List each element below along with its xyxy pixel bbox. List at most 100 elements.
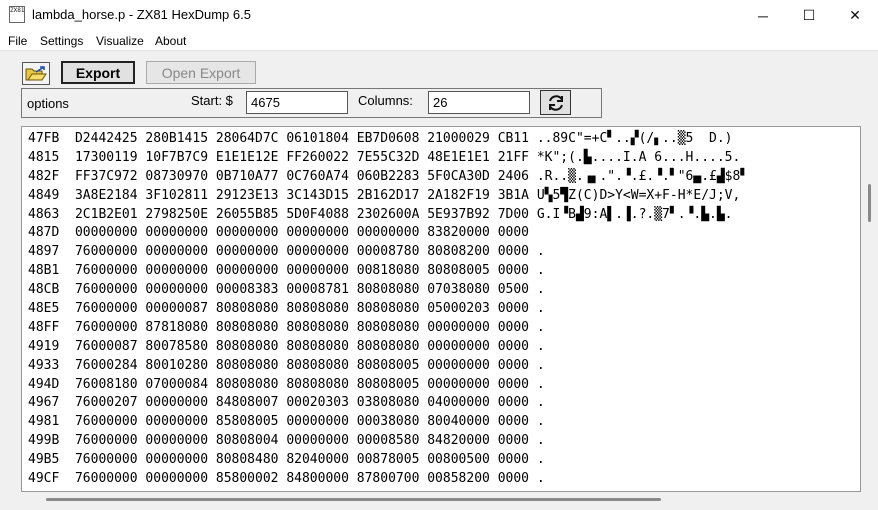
row-address: 49B5 bbox=[28, 452, 60, 468]
hex-cell: 00008781 bbox=[286, 282, 349, 298]
hex-cell: 0000 bbox=[497, 471, 529, 487]
hex-cell: 29123E13 bbox=[215, 187, 279, 203]
row-address: 4933 bbox=[28, 357, 60, 373]
ascii-text: ..89C"=+C▘..▞(/▖..▒5 D.) bbox=[536, 131, 733, 146]
hex-cell: 00000000 bbox=[286, 414, 349, 430]
dump-row: 494D 76008180 07000084 80808080 80808080… bbox=[28, 376, 748, 395]
export-button[interactable]: Export bbox=[61, 61, 135, 84]
horizontal-scroll-thumb[interactable] bbox=[46, 498, 661, 501]
ascii-text: . bbox=[536, 452, 545, 468]
hex-cell: 82040000 bbox=[286, 452, 349, 468]
dump-row: 499B 76000000 00000000 80808004 00000000… bbox=[28, 432, 748, 451]
close-icon: ✕ bbox=[849, 7, 861, 23]
dump-row: 48E5 76000000 00000087 80808080 80808080… bbox=[28, 300, 748, 319]
menu-about[interactable]: About bbox=[155, 34, 186, 48]
hex-cell: 0000 bbox=[497, 338, 529, 354]
maximize-icon: ☐ bbox=[802, 7, 816, 23]
row-address: 4849 bbox=[28, 187, 60, 203]
open-export-button[interactable]: Open Export bbox=[146, 61, 256, 84]
hex-cell: 00000000 bbox=[145, 244, 209, 260]
hexdump-view[interactable]: 47FB D2442425 280B1415 28064D7C 06101804… bbox=[21, 126, 861, 492]
vertical-scrollbar[interactable] bbox=[862, 126, 878, 492]
ascii-text: . bbox=[536, 433, 545, 449]
hex-cell: 80808080 bbox=[215, 376, 279, 392]
ascii-text: *K";(.▙....I.A 6...H....5. bbox=[536, 149, 741, 165]
hex-cell: 28064D7C bbox=[215, 131, 279, 146]
hex-cell: 0000 bbox=[497, 225, 529, 241]
dump-row: 49B5 76000000 00000000 80808480 82040000… bbox=[28, 451, 748, 470]
hex-cell: 10F7B7C9 bbox=[145, 149, 209, 165]
ascii-text: . bbox=[536, 414, 545, 430]
row-address: 482F bbox=[28, 168, 60, 184]
hex-cell: 26055B85 bbox=[215, 206, 279, 222]
hex-cell: 80808080 bbox=[215, 301, 279, 317]
hex-cell: 76000000 bbox=[74, 471, 138, 487]
hex-cell: 2302600A bbox=[356, 206, 420, 222]
hex-cell: 76000000 bbox=[74, 282, 138, 298]
hex-cell: 7D00 bbox=[497, 206, 529, 222]
hex-cell: 80808200 bbox=[427, 244, 490, 260]
menu-file[interactable]: File bbox=[8, 34, 27, 48]
dump-row: 48CB 76000000 00000000 00008383 00008781… bbox=[28, 281, 748, 300]
hex-cell: 76000000 bbox=[74, 244, 138, 260]
row-address: 4815 bbox=[28, 149, 60, 165]
maximize-button[interactable]: ☐ bbox=[786, 0, 832, 31]
hex-cell: 2406 bbox=[497, 168, 529, 184]
hex-cell: 80808080 bbox=[215, 357, 279, 373]
columns-input[interactable]: 26 bbox=[428, 91, 530, 114]
hex-cell: 00000000 bbox=[145, 225, 209, 241]
hex-cell: 5D0F4088 bbox=[286, 206, 349, 222]
hex-cell: 80808080 bbox=[286, 319, 349, 335]
hex-cell: 00008383 bbox=[215, 282, 279, 298]
hex-cell: 0000 bbox=[497, 433, 529, 449]
menu-visualize[interactable]: Visualize bbox=[96, 34, 144, 48]
ascii-text: . bbox=[536, 244, 545, 260]
hex-cell: 0500 bbox=[497, 282, 529, 298]
ascii-text: G.I▝B▟9:A▌.▐.?.▒7▘.▝.▙.▙. bbox=[536, 206, 733, 222]
hex-cell: 76008180 bbox=[74, 376, 138, 392]
dump-row: 4815 17300119 10F7B7C9 E1E1E12E FF260022… bbox=[28, 149, 748, 168]
dump-row: 4933 76000284 80010280 80808080 80808080… bbox=[28, 357, 748, 376]
open-file-button[interactable] bbox=[22, 62, 50, 85]
dump-row: 4981 76000000 00000000 85808005 00000000… bbox=[28, 413, 748, 432]
minimize-button[interactable]: ─ bbox=[740, 0, 786, 31]
hex-cell: 06101804 bbox=[286, 131, 349, 146]
hex-cell: 80808080 bbox=[286, 338, 349, 354]
close-button[interactable]: ✕ bbox=[832, 0, 878, 31]
hex-cell: 87800700 bbox=[356, 471, 420, 487]
hex-cell: 48E1E1E1 bbox=[427, 149, 490, 165]
hex-cell: 00000000 bbox=[145, 471, 209, 487]
dump-row: 487D 00000000 00000000 00000000 00000000… bbox=[28, 224, 748, 243]
hex-cell: 0000 bbox=[497, 395, 529, 411]
hex-cell: 00000000 bbox=[286, 263, 349, 279]
row-address: 499B bbox=[28, 433, 60, 449]
window-title: lambda_horse.p - ZX81 HexDump 6.5 bbox=[32, 7, 251, 22]
hex-cell: 00000000 bbox=[427, 319, 490, 335]
hex-cell: 00000000 bbox=[356, 225, 420, 241]
ascii-text: . bbox=[536, 301, 545, 317]
hex-cell: 00008580 bbox=[356, 433, 420, 449]
dump-row: 49CF 76000000 00000000 85800002 84800000… bbox=[28, 470, 748, 489]
hex-cell: 84800000 bbox=[286, 471, 349, 487]
start-label: Start: $ bbox=[191, 93, 233, 108]
hex-cell: FF260022 bbox=[286, 149, 349, 165]
horizontal-scrollbar[interactable] bbox=[21, 494, 861, 506]
hex-cell: 00000000 bbox=[215, 225, 279, 241]
ascii-text: . bbox=[536, 395, 545, 411]
refresh-button[interactable] bbox=[540, 90, 571, 115]
menu-settings[interactable]: Settings bbox=[40, 34, 83, 48]
ascii-text: . bbox=[536, 319, 545, 335]
hex-cell: 2A182F19 bbox=[427, 187, 490, 203]
hex-cell: 5E937B92 bbox=[427, 206, 490, 222]
hex-cell: FF37C972 bbox=[74, 168, 138, 184]
hex-cell: 0000 bbox=[497, 357, 529, 373]
hex-cell: 0000 bbox=[497, 452, 529, 468]
dump-row: 482F FF37C972 08730970 0B710A77 0C760A74… bbox=[28, 168, 748, 187]
hex-cell: 76000000 bbox=[74, 433, 138, 449]
hex-cell: 03808080 bbox=[356, 395, 420, 411]
hex-cell: 76000000 bbox=[74, 301, 138, 317]
vertical-scroll-thumb[interactable] bbox=[868, 184, 871, 222]
start-input[interactable]: 4675 bbox=[246, 91, 348, 114]
dump-row: 4897 76000000 00000000 00000000 00000000… bbox=[28, 243, 748, 262]
hex-cell: 00008780 bbox=[356, 244, 420, 260]
